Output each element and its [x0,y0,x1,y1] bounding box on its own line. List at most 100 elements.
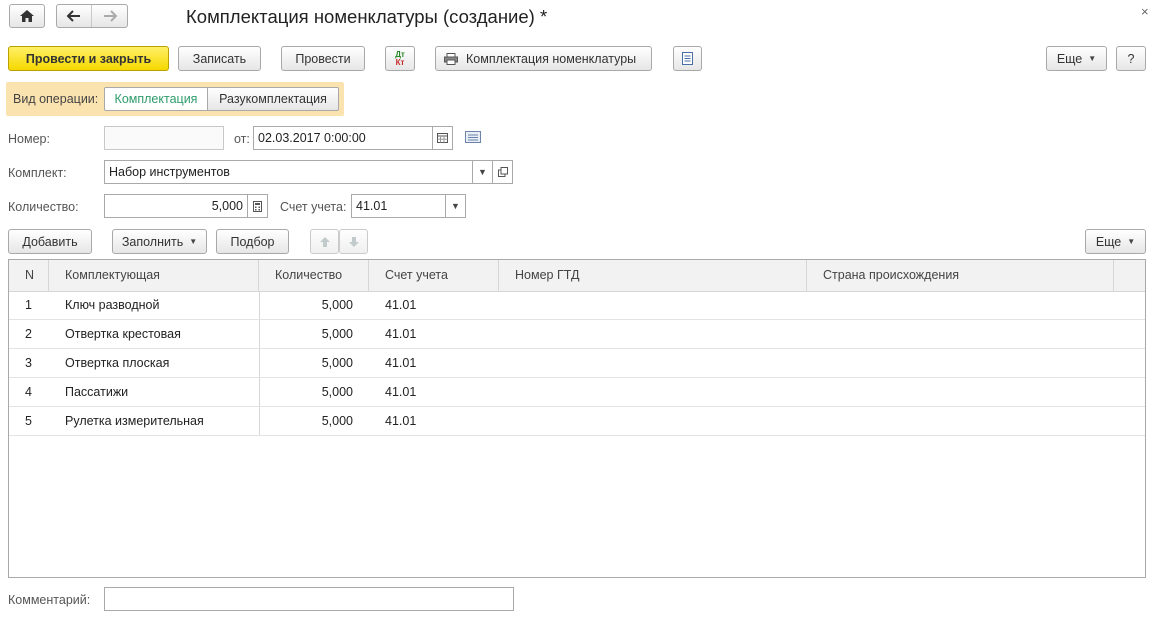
cell-component[interactable]: Пассатижи [65,378,255,406]
cell-gtd[interactable] [515,378,805,406]
cell-component[interactable]: Отвертка плоская [65,349,255,377]
calculator-button[interactable] [247,194,268,218]
cell-country[interactable] [823,320,1113,348]
calculator-icon [253,200,262,212]
report-button[interactable] [673,46,702,71]
arrow-down-icon [348,236,359,247]
fill-button[interactable]: Заполнить ▼ [112,229,207,254]
number-input[interactable] [104,126,224,150]
list-view-icon[interactable] [465,131,481,143]
chevron-down-icon: ▼ [1088,54,1097,63]
chevron-down-icon: ▼ [478,167,487,177]
post-and-close-button[interactable]: Провести и закрыть [8,46,169,71]
cell-gtd[interactable] [515,407,805,435]
column-header-gtd[interactable]: Номер ГТД [499,260,807,291]
kit-label: Комплект: [8,166,67,180]
cell-quantity[interactable]: 5,000 [259,378,353,406]
dt-kt-button[interactable]: Дт Кт [385,46,415,71]
column-header-component[interactable]: Комплектующая [49,260,259,291]
cell-gtd[interactable] [515,320,805,348]
table-row[interactable]: 3 Отвертка плоская 5,000 41.01 [9,349,1145,378]
comment-input[interactable] [104,587,514,611]
cell-country[interactable] [823,349,1113,377]
chevron-down-icon: ▼ [1127,237,1136,246]
open-link-icon [497,167,508,177]
table-row[interactable]: 1 Ключ разводной 5,000 41.01 [9,291,1145,320]
arrow-right-icon [103,10,117,22]
quantity-label: Количество: [8,200,79,214]
cell-n[interactable]: 5 [25,407,49,435]
components-table[interactable]: N Комплектующая Количество Счет учета Но… [8,259,1146,578]
arrow-up-icon [319,236,330,247]
printer-icon [444,52,458,65]
column-header-account[interactable]: Счет учета [369,260,499,291]
dt-kt-icon: Дт Кт [395,49,405,67]
arrow-left-icon [66,10,80,22]
add-row-button[interactable]: Добавить [8,229,92,254]
account-input[interactable]: 41.01 [351,194,446,218]
table-row[interactable]: 5 Рулетка измерительная 5,000 41.01 [9,407,1145,436]
cell-account[interactable]: 41.01 [385,407,495,435]
column-header-n[interactable]: N [9,260,49,291]
cell-account[interactable]: 41.01 [385,291,495,319]
cell-component[interactable]: Ключ разводной [65,291,255,319]
column-header-quantity[interactable]: Количество [259,260,369,291]
forward-button[interactable] [92,5,127,27]
print-button-label: Комплектация номенклатуры [466,51,637,66]
cell-component[interactable]: Отвертка крестовая [65,320,255,348]
number-label: Номер: [8,132,50,146]
move-up-button[interactable] [310,229,339,254]
comment-label: Комментарий: [8,593,91,607]
cell-n[interactable]: 2 [25,320,49,348]
kit-open-button[interactable] [492,160,513,184]
chevron-down-icon: ▼ [451,201,460,211]
calendar-icon [437,133,448,143]
cell-component[interactable]: Рулетка измерительная [65,407,255,435]
cell-quantity[interactable]: 5,000 [259,407,353,435]
help-button[interactable]: ? [1116,46,1146,71]
cell-n[interactable]: 3 [25,349,49,377]
table-more-button[interactable]: Еще ▼ [1085,229,1146,254]
operation-type-label: Вид операции: [13,92,99,106]
home-button[interactable] [9,4,45,28]
save-button[interactable]: Записать [178,46,261,71]
cell-n[interactable]: 4 [25,378,49,406]
pick-button[interactable]: Подбор [216,229,289,254]
table-row[interactable]: 4 Пассатижи 5,000 41.01 [9,378,1145,407]
cell-n[interactable]: 1 [25,291,49,319]
back-button[interactable] [57,5,92,27]
chevron-down-icon: ▼ [189,237,198,246]
cell-gtd[interactable] [515,291,805,319]
quantity-input[interactable]: 5,000 [104,194,248,218]
calendar-button[interactable] [432,126,453,150]
table-header: N Комплектующая Количество Счет учета Но… [9,260,1145,292]
print-button[interactable]: Комплектация номенклатуры [435,46,652,71]
kit-input[interactable]: Набор инструментов [104,160,473,184]
move-down-button[interactable] [339,229,368,254]
cell-account[interactable]: 41.01 [385,320,495,348]
operation-option-disassembly[interactable]: Разукомплектация [207,87,339,111]
cell-quantity[interactable]: 5,000 [259,291,353,319]
account-label: Счет учета: [280,200,347,214]
more-button[interactable]: Еще ▼ [1046,46,1107,71]
home-icon [20,10,34,22]
kit-dropdown-button[interactable]: ▼ [472,160,493,184]
cell-quantity[interactable]: 5,000 [259,320,353,348]
cell-gtd[interactable] [515,349,805,377]
cell-account[interactable]: 41.01 [385,349,495,377]
date-input[interactable]: 02.03.2017 0:00:00 [253,126,433,150]
window-title: Комплектация номенклатуры (создание) * [186,6,548,27]
cell-quantity[interactable]: 5,000 [259,349,353,377]
cell-country[interactable] [823,378,1113,406]
date-label: от: [234,132,250,146]
table-row[interactable]: 2 Отвертка крестовая 5,000 41.01 [9,320,1145,349]
cell-country[interactable] [823,407,1113,435]
document-icon [682,52,693,65]
close-icon[interactable]: × [1141,4,1149,19]
post-button[interactable]: Провести [281,46,365,71]
cell-account[interactable]: 41.01 [385,378,495,406]
operation-option-assembly[interactable]: Комплектация [104,87,208,111]
cell-country[interactable] [823,291,1113,319]
column-header-country[interactable]: Страна происхождения [807,260,1114,291]
account-dropdown-button[interactable]: ▼ [445,194,466,218]
